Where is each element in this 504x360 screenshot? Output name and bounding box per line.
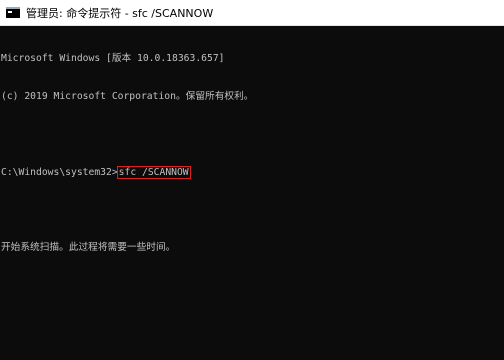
version-line: Microsoft Windows [版本 10.0.18363.657] — [1, 53, 225, 65]
copyright-line: (c) 2019 Microsoft Corporation。保留所有权利。 — [1, 90, 254, 102]
cmd-app-icon — [6, 7, 20, 18]
command-prompt-window[interactable]: 管理员: 命令提示符 - sfc /SCANNOW Microsoft Wind… — [0, 0, 504, 360]
window-title: 管理员: 命令提示符 - sfc /SCANNOW — [26, 6, 214, 20]
title-bar[interactable]: 管理员: 命令提示符 - sfc /SCANNOW — [0, 0, 504, 26]
highlighted-command: sfc /SCANNOW — [116, 165, 191, 179]
scan-status-line: 开始系统扫描。此过程将需要一些时间。 — [1, 242, 176, 254]
command-line: C:\Windows\system32>sfc /SCANNOW — [1, 165, 503, 180]
prompt-path: C:\Windows\system32> — [1, 166, 118, 178]
console-output-area[interactable]: Microsoft Windows [版本 10.0.18363.657] (c… — [0, 26, 504, 360]
